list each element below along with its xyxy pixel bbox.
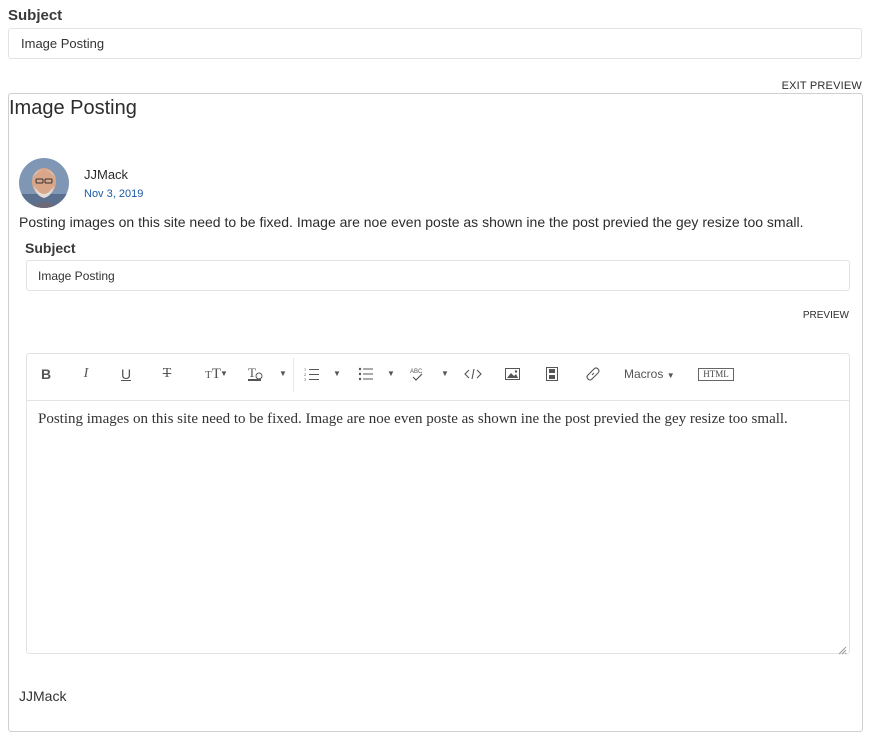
editor-toolbar: B I U T TT ▼ T ▼ 123 ▼ ▼ ABC ▼ Macros ▼ …: [27, 354, 849, 401]
insert-image-icon[interactable]: [504, 354, 520, 394]
bullet-list-icon[interactable]: [358, 354, 374, 394]
chevron-down-icon[interactable]: ▼: [387, 354, 395, 394]
insert-link-icon[interactable]: [585, 354, 601, 394]
bold-icon[interactable]: B: [39, 354, 53, 394]
chevron-down-icon[interactable]: ▼: [220, 354, 228, 394]
spellcheck-icon[interactable]: ABC: [409, 354, 427, 394]
post-title: Image Posting: [9, 97, 137, 119]
post-body: Posting images on this site need to be f…: [19, 214, 804, 230]
code-icon[interactable]: [463, 354, 483, 394]
post-signature: JJMack: [19, 688, 67, 704]
numbered-list-icon[interactable]: 123: [304, 354, 320, 394]
macros-dropdown[interactable]: Macros ▼: [624, 354, 675, 394]
post-date[interactable]: Nov 3, 2019: [84, 188, 143, 200]
reply-subject-label: Subject: [25, 240, 76, 256]
svg-text:3: 3: [304, 377, 306, 381]
preview-button[interactable]: PREVIEW: [803, 310, 849, 321]
exit-preview-button[interactable]: EXIT PREVIEW: [782, 80, 862, 92]
text-color-icon[interactable]: T: [246, 354, 266, 394]
avatar[interactable]: [19, 158, 69, 208]
html-icon[interactable]: HTML: [698, 368, 734, 381]
chevron-down-icon[interactable]: ▼: [279, 354, 287, 394]
resize-handle-icon[interactable]: [838, 642, 847, 655]
chevron-down-icon[interactable]: ▼: [441, 354, 449, 394]
macros-label: Macros: [624, 367, 664, 381]
svg-text:T: T: [248, 366, 256, 380]
chevron-down-icon: ▼: [666, 371, 675, 380]
author-name[interactable]: JJMack: [84, 167, 128, 182]
subject-input[interactable]: [8, 28, 862, 59]
strikethrough-icon[interactable]: T: [160, 354, 174, 394]
italic-icon[interactable]: I: [79, 354, 93, 394]
editor-content[interactable]: Posting images on this site need to be f…: [38, 411, 839, 428]
insert-video-icon[interactable]: [545, 354, 559, 394]
chevron-down-icon[interactable]: ▼: [333, 354, 341, 394]
toolbar-separator: [293, 358, 294, 392]
preview-panel: Image Posting JJMack Nov 3, 2019 Posting…: [8, 93, 863, 732]
underline-icon[interactable]: U: [119, 354, 133, 394]
reply-subject-input[interactable]: [26, 260, 850, 291]
subject-label: Subject: [8, 7, 63, 24]
rich-text-editor: B I U T TT ▼ T ▼ 123 ▼ ▼ ABC ▼ Macros ▼ …: [26, 353, 850, 655]
